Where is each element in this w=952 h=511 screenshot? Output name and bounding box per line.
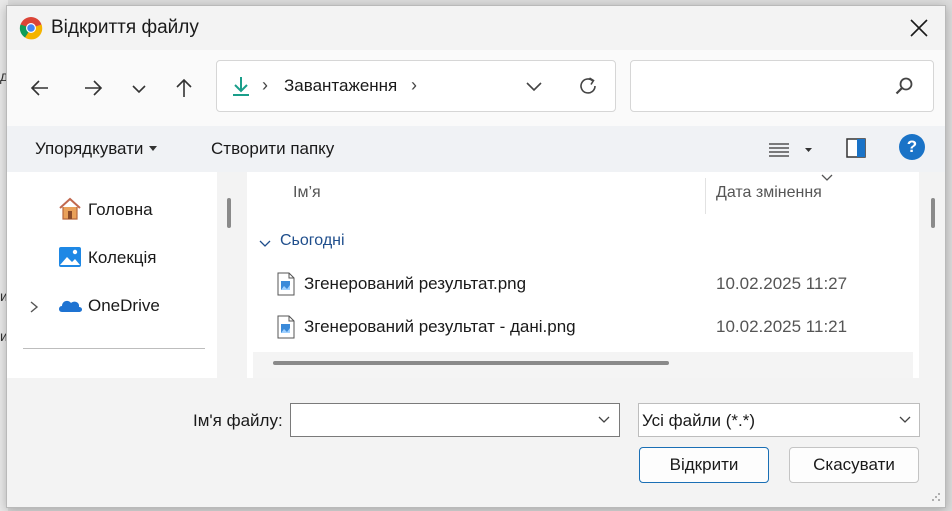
chevron-down-icon[interactable] xyxy=(597,414,611,426)
filename-combobox[interactable] xyxy=(290,403,620,437)
file-list: Ім’я Дата змінення Сьогодні Згенерований… xyxy=(247,172,919,378)
recent-locations-chevron-icon[interactable] xyxy=(123,72,155,104)
command-bar: Упорядкувати Створити папку ? xyxy=(7,126,945,172)
image-file-icon xyxy=(277,315,295,339)
column-header-name[interactable]: Ім’я xyxy=(293,184,321,202)
onedrive-icon xyxy=(59,300,82,312)
cancel-button[interactable]: Скасувати xyxy=(789,447,919,483)
file-date: 10.02.2025 11:21 xyxy=(716,317,848,336)
group-header-today[interactable]: Сьогодні xyxy=(280,232,345,250)
file-date: 10.02.2025 11:27 xyxy=(716,274,848,293)
download-icon xyxy=(233,77,249,96)
image-file-icon xyxy=(277,272,295,296)
sidebar-item-label: Колекція xyxy=(88,248,157,267)
sort-chevron-icon[interactable] xyxy=(819,173,835,183)
chevron-down-icon xyxy=(899,416,911,423)
file-row[interactable]: Згенерований результат - дані.png 10.02.… xyxy=(247,309,919,349)
file-type-dropdown[interactable]: Усі файли (*.*) xyxy=(638,403,920,437)
file-name: Згенерований результат.png xyxy=(304,274,527,293)
up-arrow-icon[interactable] xyxy=(168,72,200,104)
search-box[interactable] xyxy=(630,60,934,112)
navigation-pane: Головна Колекція OneDrive xyxy=(7,172,217,378)
file-list-scrollbar[interactable] xyxy=(931,198,935,228)
file-row[interactable]: Згенерований результат.png 10.02.2025 11… xyxy=(247,266,919,306)
close-icon[interactable] xyxy=(905,14,933,42)
chevron-down-icon[interactable] xyxy=(259,239,271,249)
search-icon[interactable] xyxy=(893,75,915,97)
column-header-date[interactable]: Дата змінення xyxy=(716,184,822,202)
help-button[interactable]: ? xyxy=(899,134,925,160)
file-name: Згенерований результат - дані.png xyxy=(304,317,576,336)
address-history-chevron-icon[interactable] xyxy=(522,74,546,98)
back-arrow-icon[interactable] xyxy=(24,72,56,104)
horizontal-scrollbar-thumb[interactable] xyxy=(273,361,669,365)
organize-label: Упорядкувати xyxy=(35,139,144,158)
refresh-icon[interactable] xyxy=(575,73,601,99)
open-file-dialog: Відкриття файлу › Завантаження › Упорядк… xyxy=(6,5,946,508)
breadcrumb-separator[interactable]: › xyxy=(411,75,417,96)
home-icon xyxy=(59,197,81,220)
breadcrumb-separator: › xyxy=(262,75,268,95)
column-divider[interactable] xyxy=(705,178,706,214)
caret-down-icon xyxy=(149,146,158,151)
navigation-bar: › Завантаження › xyxy=(7,50,945,126)
title-bar: Відкриття файлу xyxy=(7,6,945,50)
sidebar-item-label: Головна xyxy=(88,200,153,219)
sidebar-item-label: OneDrive xyxy=(88,296,160,315)
search-input[interactable] xyxy=(641,73,885,101)
gallery-icon xyxy=(59,247,81,267)
open-button[interactable]: Відкрити xyxy=(639,447,769,483)
view-options-icon[interactable] xyxy=(767,137,817,163)
chevron-right-icon[interactable] xyxy=(27,300,41,314)
resize-grip-icon[interactable] xyxy=(931,492,941,502)
new-folder-button[interactable]: Створити папку xyxy=(211,139,334,159)
file-type-value: Усі файли (*.*) xyxy=(642,411,756,430)
preview-pane-icon[interactable] xyxy=(845,137,867,159)
forward-arrow-icon[interactable] xyxy=(77,72,109,104)
chrome-icon xyxy=(19,17,43,40)
sidebar-scrollbar[interactable] xyxy=(227,198,231,228)
address-bar[interactable]: › Завантаження › xyxy=(216,60,616,112)
dialog-title: Відкриття файлу xyxy=(51,17,199,38)
breadcrumb-downloads[interactable]: Завантаження xyxy=(284,76,397,96)
sidebar-divider xyxy=(23,348,205,349)
filename-label: Ім'я файлу: xyxy=(193,411,283,430)
organize-menu-button[interactable]: Упорядкувати xyxy=(35,139,158,159)
horizontal-scrollbar-track[interactable] xyxy=(253,352,913,378)
filename-input[interactable] xyxy=(297,409,591,433)
